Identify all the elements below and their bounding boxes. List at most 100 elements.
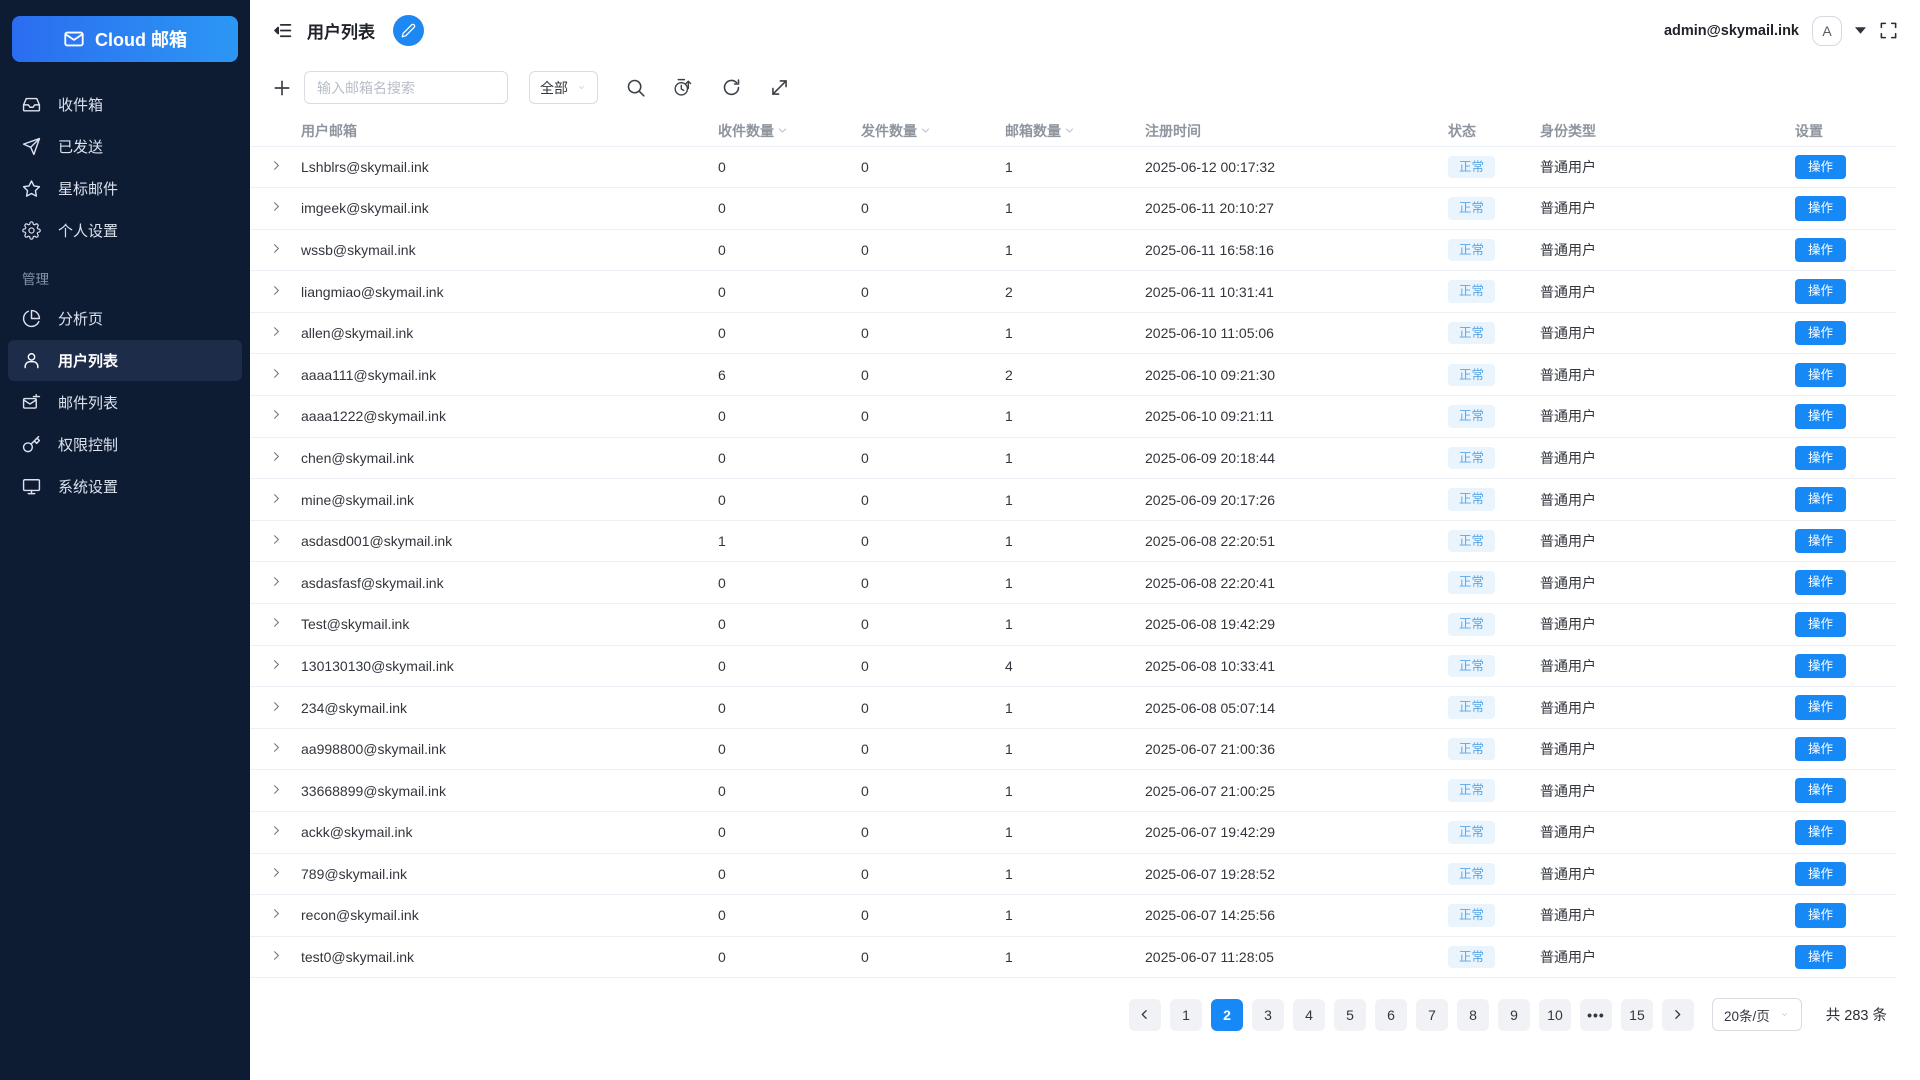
action-button[interactable]: 操作 — [1795, 736, 1847, 762]
action-button[interactable]: 操作 — [1795, 404, 1847, 429]
expand-row-icon[interactable] — [270, 616, 283, 629]
cell-outbound-count: 0 — [861, 228, 1005, 271]
status-badge: 正常 — [1448, 488, 1496, 511]
action-button[interactable]: 操作 — [1795, 487, 1847, 512]
action-button[interactable]: 操作 — [1795, 279, 1847, 304]
table-row: chen@skymail.ink 0 0 1 2025-06-09 20:18:44 正常… — [250, 436, 1896, 479]
action-button[interactable]: 操作 — [1795, 653, 1847, 679]
pagination-page-3[interactable]: 3 — [1251, 998, 1284, 1031]
expand-row-icon[interactable] — [270, 866, 283, 879]
pagination-next-button[interactable] — [1661, 998, 1694, 1031]
col-registered: 注册时间 — [1145, 116, 1448, 146]
sidebar-item-user-list[interactable]: 用户列表 — [8, 340, 242, 381]
sidebar-item-mail-list[interactable]: 邮件列表 — [8, 382, 242, 423]
expand-row-icon[interactable] — [270, 824, 283, 837]
expand-table-icon[interactable] — [769, 77, 790, 98]
action-button[interactable]: 操作 — [1795, 570, 1847, 595]
cell-status: 正常 — [1448, 644, 1540, 687]
pagination-page-4[interactable]: 4 — [1292, 998, 1325, 1031]
cell-mailbox-count: 1 — [1005, 686, 1145, 729]
pagination-page-8[interactable]: 8 — [1456, 998, 1489, 1031]
search-icon[interactable] — [625, 77, 646, 98]
action-button[interactable]: 操作 — [1795, 944, 1847, 970]
expand-row-icon[interactable] — [270, 700, 283, 713]
avatar[interactable]: A — [1812, 15, 1842, 46]
app-logo-button[interactable]: Cloud 邮箱 — [12, 16, 238, 62]
sidebar-item-label: 已发送 — [58, 139, 104, 156]
action-button[interactable]: 操作 — [1795, 528, 1847, 554]
action-button[interactable]: 操作 — [1795, 820, 1847, 845]
expand-row-icon[interactable] — [270, 741, 283, 754]
action-button[interactable]: 操作 — [1795, 237, 1847, 263]
expand-row-icon[interactable] — [270, 159, 283, 172]
pagination-prev-button[interactable] — [1128, 998, 1161, 1031]
col-email: 用户邮箱 — [301, 116, 718, 146]
action-button[interactable]: 操作 — [1795, 778, 1847, 803]
pagination-page-7[interactable]: 7 — [1415, 998, 1448, 1031]
page-title: 用户列表 — [307, 23, 375, 42]
compose-button[interactable] — [393, 15, 424, 46]
col-mailboxes[interactable]: 邮箱数量 — [1005, 116, 1145, 146]
sidebar-item-permissions[interactable]: 权限控制 — [8, 424, 242, 465]
pagination-ellipsis[interactable]: ••• — [1579, 998, 1612, 1031]
expand-row-icon[interactable] — [270, 284, 283, 297]
time-sort-icon[interactable] — [673, 77, 694, 98]
pagination-page-2[interactable]: 2 — [1210, 998, 1243, 1031]
page-size-select[interactable]: 20条/页 — [1711, 998, 1802, 1032]
expand-row-icon[interactable] — [270, 450, 283, 463]
col-inbound[interactable]: 收件数量 — [718, 116, 861, 146]
cell-mailbox-count: 1 — [1005, 436, 1145, 479]
column-label: 状态 — [1448, 122, 1476, 139]
refresh-icon[interactable] — [721, 77, 742, 98]
sidebar-item-system-settings[interactable]: 系统设置 — [8, 466, 242, 507]
sidebar-item-personal-settings[interactable]: 个人设置 — [8, 210, 242, 251]
cell-inbound-count: 0 — [718, 395, 861, 438]
expand-row-icon[interactable] — [270, 533, 283, 546]
expand-row-icon[interactable] — [270, 949, 283, 962]
action-button[interactable]: 操作 — [1795, 903, 1847, 928]
expand-row-icon[interactable] — [270, 242, 283, 255]
expand-row-icon[interactable] — [270, 575, 283, 588]
pagination-page-1[interactable]: 1 — [1169, 998, 1202, 1031]
sort-caret-icon[interactable] — [1064, 125, 1075, 136]
action-button[interactable]: 操作 — [1795, 445, 1847, 471]
col-outbound[interactable]: 发件数量 — [861, 116, 1005, 146]
pagination-page-9[interactable]: 9 — [1497, 998, 1530, 1031]
sidebar-item-starred[interactable]: 星标邮件 — [8, 168, 242, 209]
col-status: 状态 — [1448, 116, 1540, 146]
expand-row-icon[interactable] — [270, 408, 283, 421]
cell-inbound-count: 6 — [718, 353, 861, 396]
expand-row-icon[interactable] — [270, 367, 283, 380]
action-button[interactable]: 操作 — [1795, 320, 1847, 346]
action-button[interactable]: 操作 — [1795, 695, 1847, 720]
expand-row-icon[interactable] — [270, 783, 283, 796]
pagination-page-6[interactable]: 6 — [1374, 998, 1407, 1031]
expand-row-icon[interactable] — [270, 658, 283, 671]
action-button[interactable]: 操作 — [1795, 154, 1847, 180]
fullscreen-icon[interactable] — [1879, 21, 1898, 40]
action-button[interactable]: 操作 — [1795, 196, 1847, 221]
sidebar-item-analytics[interactable]: 分析页 — [8, 298, 242, 339]
expand-row-icon[interactable] — [270, 492, 283, 505]
sidebar-item-sent[interactable]: 已发送 — [8, 126, 242, 167]
sidebar-item-inbox[interactable]: 收件箱 — [8, 84, 242, 125]
cell-expander — [250, 769, 301, 812]
expand-row-icon[interactable] — [270, 325, 283, 338]
expand-row-icon[interactable] — [270, 907, 283, 920]
sort-caret-icon[interactable] — [777, 125, 788, 136]
action-button[interactable]: 操作 — [1795, 861, 1847, 887]
pagination-page-5[interactable]: 5 — [1333, 998, 1366, 1031]
cell-outbound-count: 0 — [861, 311, 1005, 354]
account-caret-down-icon[interactable] — [1855, 27, 1866, 34]
table-row: asdasd001@skymail.ink 1 0 1 2025-06-08 22:20… — [250, 519, 1896, 562]
action-button[interactable]: 操作 — [1795, 362, 1847, 388]
expand-row-icon[interactable] — [270, 200, 283, 213]
sidebar-collapse-icon[interactable] — [272, 20, 293, 41]
pagination-page-10[interactable]: 10 — [1538, 998, 1571, 1031]
search-input[interactable] — [304, 71, 508, 104]
filter-select[interactable]: 全部 — [529, 71, 598, 104]
sort-caret-icon[interactable] — [920, 125, 931, 136]
pagination-page-15[interactable]: 15 — [1620, 998, 1653, 1031]
action-button[interactable]: 操作 — [1795, 612, 1847, 637]
add-user-icon[interactable] — [272, 78, 292, 98]
